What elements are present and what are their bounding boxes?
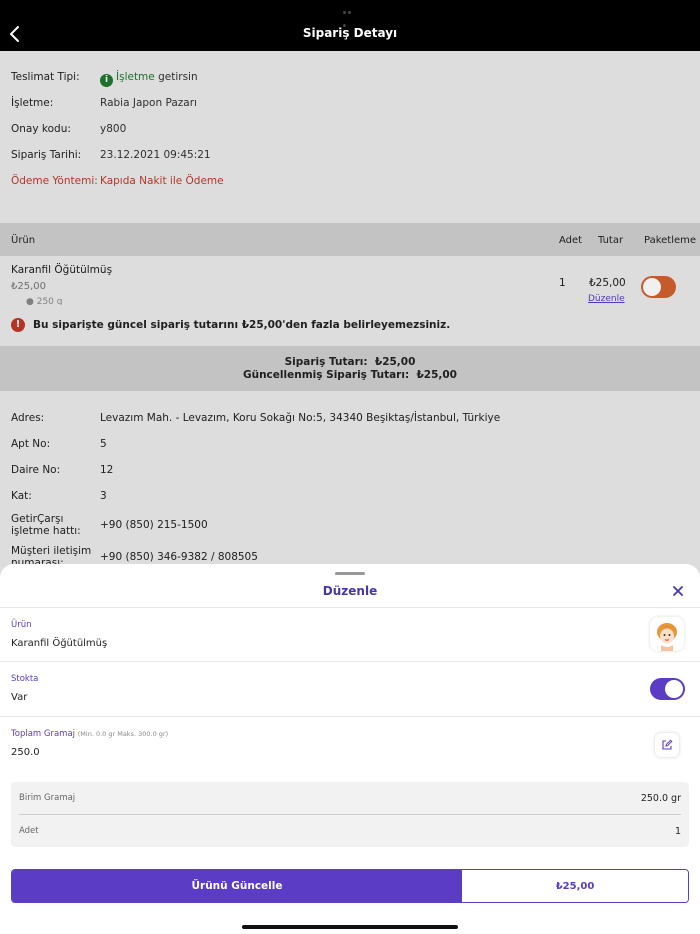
sheet-drag-handle[interactable] <box>335 572 365 575</box>
stock-field-label: Stokta <box>11 674 39 684</box>
divider <box>0 716 700 717</box>
divider <box>0 661 700 662</box>
unit-gram-value: 250.0 gr <box>640 793 681 804</box>
edit-gram-button[interactable] <box>655 733 679 757</box>
close-button[interactable] <box>671 584 685 598</box>
stock-field-value: Var <box>11 692 28 703</box>
unit-gram-label: Birim Gramaj <box>19 793 76 803</box>
edit-bottom-sheet: Düzenle Ürün Karanfil Öğütülmüş Stokta V… <box>0 564 700 934</box>
product-avatar <box>650 617 684 651</box>
unit-qty-value: 1 <box>674 826 681 837</box>
status-dots <box>343 4 357 27</box>
product-field-value: Karanfil Öğütülmüş <box>11 638 108 649</box>
stock-toggle[interactable] <box>650 678 685 700</box>
close-icon <box>673 586 683 596</box>
home-indicator <box>242 925 458 929</box>
edit-icon <box>662 739 673 750</box>
product-field-label: Ürün <box>11 620 32 630</box>
unit-qty-row: Adet 1 <box>19 826 681 837</box>
unit-qty-label: Adet <box>19 826 39 836</box>
update-product-button[interactable]: Ürünü Güncelle <box>12 870 462 902</box>
total-gram-field-label: Toplam Gramaj (Min. 0.0 gr Maks. 300.0 g… <box>11 729 169 739</box>
top-bar: Sipariş Detayı <box>0 0 700 51</box>
character-avatar-icon <box>657 623 677 651</box>
unit-gram-row: Birim Gramaj 250.0 gr <box>19 793 681 804</box>
price-button[interactable]: ₺25,00 <box>462 870 688 902</box>
total-gram-value[interactable]: 250.0 <box>11 747 40 758</box>
divider <box>0 607 700 608</box>
total-gram-hint: (Min. 0.0 gr Maks. 300.0 gr) <box>77 730 169 738</box>
sheet-title: Düzenle <box>322 584 378 598</box>
action-buttons: Ürünü Güncelle ₺25,00 <box>11 869 689 903</box>
summary-divider <box>19 814 681 815</box>
page-title: Sipariş Detayı <box>302 26 398 40</box>
unit-summary-box: Birim Gramaj 250.0 gr Adet 1 <box>11 782 689 847</box>
